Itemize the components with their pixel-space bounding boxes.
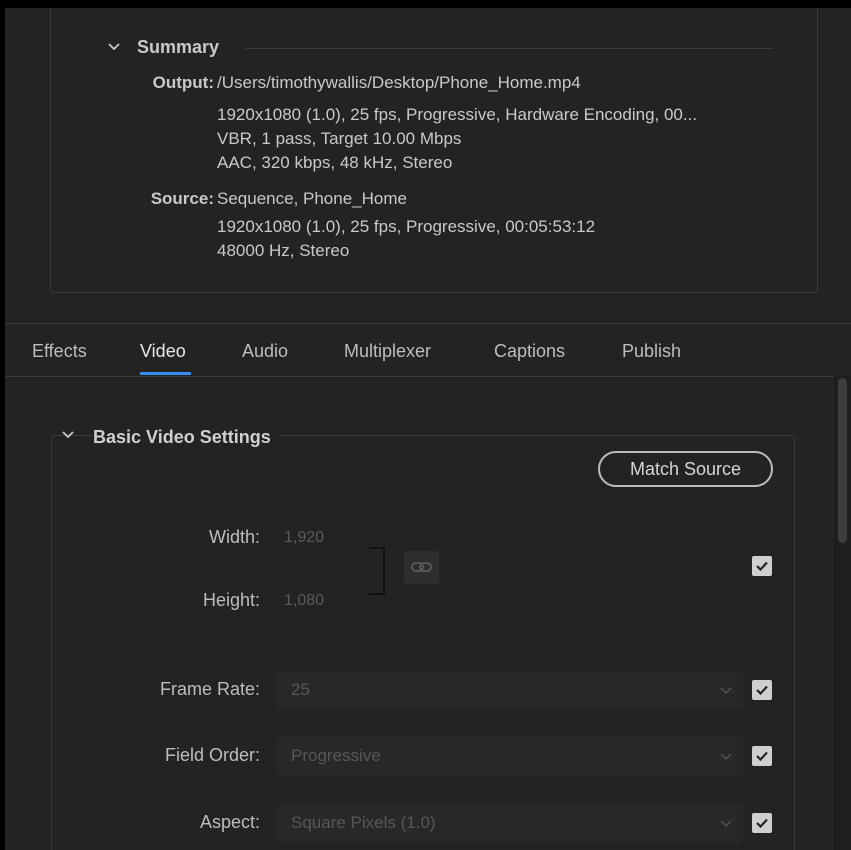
summary-title: Summary (137, 37, 220, 57)
aspect-label: Aspect: (199, 812, 260, 832)
match-source-button[interactable]: Match Source (598, 451, 773, 487)
source-audio-info: 48000 Hz, Stereo (217, 241, 350, 260)
tab-captions[interactable]: Captions (494, 341, 565, 362)
frame-rate-dropdown[interactable]: 25 (277, 671, 743, 709)
link-dimensions-button[interactable] (404, 551, 439, 584)
chevron-down-icon (719, 683, 733, 697)
output-label: Output: (152, 73, 214, 92)
field-order-checkbox[interactable] (752, 746, 772, 766)
tab-video[interactable]: Video (140, 341, 186, 362)
tab-publish[interactable]: Publish (622, 341, 681, 362)
chevron-down-icon (719, 749, 733, 763)
output-path: /Users/timothywallis/Desktop/Phone_Home.… (217, 73, 581, 92)
settings-tab-bar: Effects Video Audio Multiplexer Captions… (5, 323, 851, 377)
aspect-dropdown[interactable]: Square Pixels (1.0) (277, 804, 743, 842)
basic-video-settings-section (51, 435, 795, 850)
basic-video-settings-title: Basic Video Settings (93, 427, 281, 448)
export-settings-panel: Summary Output: /Users/timothywallis/Des… (5, 8, 851, 850)
field-order-dropdown[interactable]: Progressive (277, 737, 743, 775)
frame-rate-checkbox[interactable] (752, 680, 772, 700)
dimensions-checkbox[interactable] (752, 556, 772, 576)
dimension-link-bracket (369, 547, 385, 595)
tab-audio[interactable]: Audio (242, 341, 288, 362)
aspect-value: Square Pixels (1.0) (291, 813, 436, 832)
source-video-info: 1920x1080 (1.0), 25 fps, Progressive, 00… (217, 217, 596, 236)
chevron-down-icon[interactable] (107, 40, 121, 54)
chain-link-icon (404, 562, 439, 588)
output-audio-info: AAC, 320 kbps, 48 kHz, Stereo (217, 153, 453, 172)
field-order-value: Progressive (291, 746, 381, 765)
frame-rate-label: Frame Rate: (159, 679, 260, 699)
width-value[interactable]: 1,920 (284, 529, 324, 547)
source-sequence: Sequence, Phone_Home (217, 189, 407, 208)
app-frame: Summary Output: /Users/timothywallis/Des… (0, 0, 851, 850)
chevron-down-icon (719, 816, 733, 830)
source-label: Source: (150, 189, 214, 208)
output-video-info: 1920x1080 (1.0), 25 fps, Progressive, Ha… (217, 105, 698, 124)
height-value[interactable]: 1,080 (284, 592, 324, 610)
height-label: Height: (202, 590, 260, 610)
tab-effects[interactable]: Effects (32, 341, 87, 362)
field-order-label: Field Order: (164, 745, 260, 765)
summary-divider (245, 48, 773, 49)
scrollbar-thumb[interactable] (838, 378, 847, 543)
active-tab-indicator (140, 372, 191, 375)
width-label: Width: (208, 527, 260, 547)
frame-rate-value: 25 (291, 680, 310, 699)
output-bitrate-info: VBR, 1 pass, Target 10.00 Mbps (217, 129, 462, 148)
chevron-down-icon[interactable] (61, 428, 75, 442)
aspect-checkbox[interactable] (752, 813, 772, 833)
tab-multiplexer[interactable]: Multiplexer (344, 341, 431, 362)
